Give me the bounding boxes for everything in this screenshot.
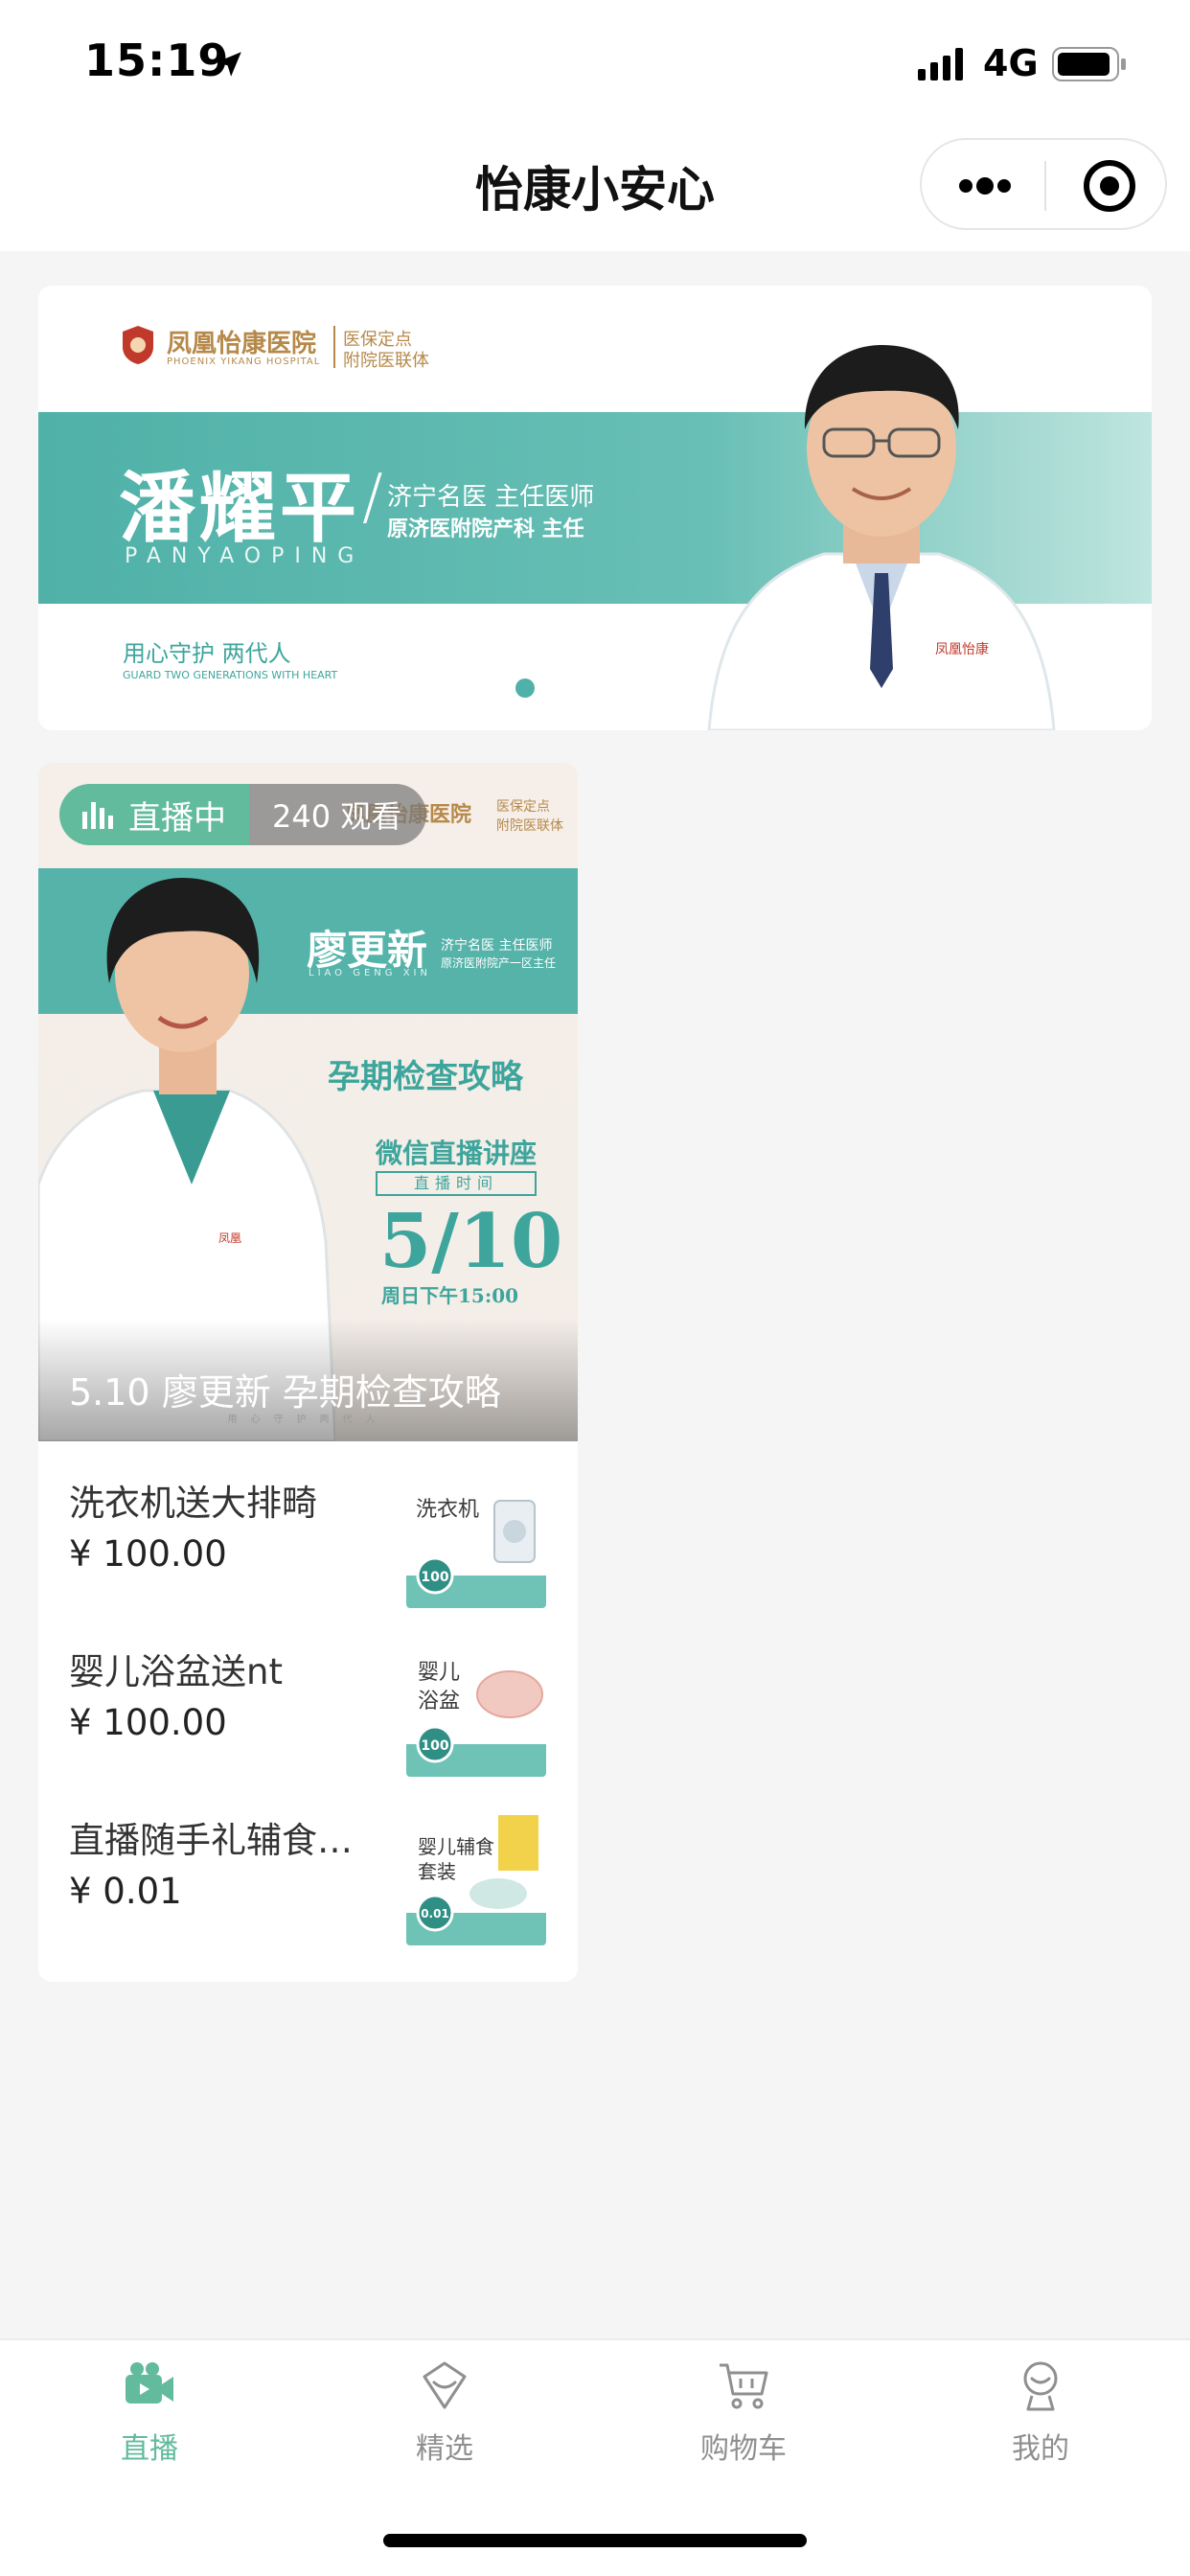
poster-doctor-pinyin: LIAO GENG XIN xyxy=(309,968,431,978)
status-time: 15:19 xyxy=(84,34,230,86)
mini-program-capsule xyxy=(920,138,1167,230)
svg-text:套装: 套装 xyxy=(418,1860,456,1883)
doctor-pinyin: PANYAOPING xyxy=(125,544,365,568)
product-name: 直播随手礼辅食… xyxy=(69,1820,353,1861)
svg-text:浴盆: 浴盆 xyxy=(418,1690,460,1714)
poster-doctor-title: 原济医附院产一区主任 xyxy=(441,956,557,970)
svg-text:洗衣机: 洗衣机 xyxy=(416,1498,479,1522)
product-price: ¥ 100.00 xyxy=(69,1702,227,1743)
poster-footer: 用心守护两代人 xyxy=(227,1414,389,1425)
tab-live[interactable]: 直播 xyxy=(54,2358,245,2492)
battery-icon xyxy=(1052,47,1126,81)
top-bar: 15:19 4G 怡康小安心 xyxy=(0,0,1190,251)
svg-text:100: 100 xyxy=(421,1738,448,1754)
capsule-divider xyxy=(1044,161,1046,211)
banner-slogan-en: GUARD TWO GENERATIONS WITH HEART xyxy=(123,669,338,681)
tab-featured[interactable]: 精选 xyxy=(349,2358,540,2492)
product-thumbnail[interactable]: 婴儿辅食 套装 0.01 xyxy=(406,1806,546,1945)
doctor-name: 潘耀平 xyxy=(119,463,360,553)
poster-topic: 孕期检查攻略 xyxy=(328,1058,523,1096)
poster-lecture: 微信直播讲座 xyxy=(376,1138,538,1169)
product-item[interactable]: 婴儿浴盆送nt ¥ 100.00 婴儿 浴盆 100 xyxy=(38,1610,578,1779)
doctor-title: 原济医附院产科 主任 xyxy=(387,517,584,541)
product-thumbnail[interactable]: 婴儿 浴盆 100 xyxy=(406,1637,546,1777)
video-camera-icon xyxy=(126,2362,173,2404)
viewer-count: 240 观看 xyxy=(249,784,427,845)
hospital-separator xyxy=(333,326,335,368)
product-name: 婴儿浴盆送nt xyxy=(69,1651,283,1692)
live-poster[interactable]: 凤凰怡康医院 医保定点附院医联体 凤凰 廖更新 LIAO GENG XIN 济宁… xyxy=(38,763,578,1441)
svg-text:0.01: 0.01 xyxy=(421,1907,449,1920)
signal-icon xyxy=(918,48,963,80)
hospital-tag: 附院医联体 xyxy=(343,351,429,371)
heart-badge-icon xyxy=(423,2361,467,2409)
svg-text:凤凰怡康: 凤凰怡康 xyxy=(935,641,989,657)
tab-cart[interactable]: 购物车 xyxy=(648,2358,839,2492)
tab-label: 直播 xyxy=(121,2432,178,2466)
product-name: 洗衣机送大排畸 xyxy=(69,1483,317,1524)
svg-text:100: 100 xyxy=(421,1570,448,1585)
poster-doctor-title: 济宁名医 主任医师 xyxy=(441,938,553,954)
network-type: 4G xyxy=(983,42,1039,84)
carousel-indicator[interactable] xyxy=(515,678,535,698)
product-item[interactable]: 直播随手礼辅食… ¥ 0.01 婴儿辅食 套装 0.01 xyxy=(38,1779,578,1947)
tab-label: 精选 xyxy=(416,2432,473,2466)
live-stream-card[interactable]: 凤凰怡康医院 医保定点附院医联体 凤凰 廖更新 LIAO GENG XIN 济宁… xyxy=(38,763,578,1982)
user-icon xyxy=(1023,2361,1058,2411)
viewer-count-text: 240 观看 xyxy=(272,798,402,835)
hospital-logo-icon xyxy=(123,326,153,364)
product-price: ¥ 100.00 xyxy=(69,1533,227,1575)
name-slash: / xyxy=(362,462,383,533)
poster-time-label: 直播时间 xyxy=(376,1171,537,1196)
location-arrow-icon xyxy=(217,52,241,77)
product-price: ¥ 0.01 xyxy=(69,1871,182,1912)
hospital-name: 凤凰怡康医院 xyxy=(167,330,317,358)
tab-profile[interactable]: 我的 xyxy=(945,2358,1136,2492)
tab-label: 购物车 xyxy=(700,2432,787,2466)
live-indicator: 直播中 xyxy=(59,784,249,845)
poster-hospital-tag: 医保定点 附院医联体 xyxy=(496,799,563,834)
svg-text:婴儿辅食: 婴儿辅食 xyxy=(418,1835,494,1858)
svg-text:凤凰: 凤凰 xyxy=(218,1231,241,1245)
svg-text:婴儿: 婴儿 xyxy=(418,1661,460,1685)
home-indicator[interactable] xyxy=(383,2534,807,2547)
tab-label: 我的 xyxy=(1012,2432,1069,2466)
cart-icon xyxy=(720,2363,768,2409)
doctor-title: 济宁名医 主任医师 xyxy=(387,483,595,512)
doctor-banner[interactable]: 凤凰怡康医院 PHOENIX YIKANG HOSPITAL 医保定点 附院医联… xyxy=(38,286,1152,730)
live-caption: 5.10 廖更新 孕期检查攻略 xyxy=(69,1371,501,1414)
banner-slogan: 用心守护 两代人 xyxy=(123,640,291,667)
status-bar: 15:19 4G xyxy=(0,0,1190,128)
live-bars-icon xyxy=(82,802,113,829)
product-item[interactable]: 洗衣机送大排畸 ¥ 100.00 洗衣机 100 xyxy=(38,1441,578,1610)
doctor-photo: 凤凰怡康 xyxy=(707,345,1056,730)
product-thumbnail[interactable]: 洗衣机 100 xyxy=(406,1468,546,1608)
live-status-badge: 直播中 240 观看 xyxy=(59,784,427,845)
hospital-name-en: PHOENIX YIKANG HOSPITAL xyxy=(167,356,321,367)
more-icon[interactable] xyxy=(956,169,1014,203)
poster-hour: 周日下午15:00 xyxy=(381,1284,519,1307)
close-target-icon[interactable] xyxy=(1081,157,1138,215)
poster-date: 5/10 xyxy=(379,1198,563,1285)
live-status-text: 直播中 xyxy=(128,798,226,838)
